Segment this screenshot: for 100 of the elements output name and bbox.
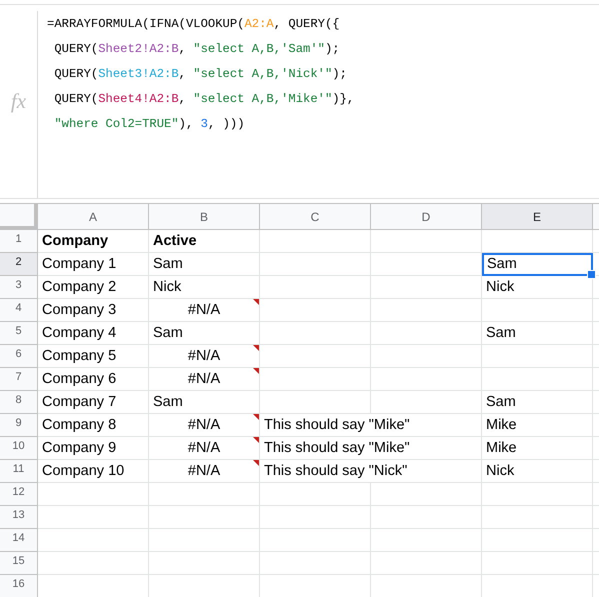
error-marker-icon [253,345,259,351]
table-cell[interactable]: Active [149,230,260,253]
row-header[interactable]: 16 [0,575,38,597]
table-cell[interactable]: Company 4 [38,322,149,345]
table-cell[interactable]: Company [38,230,149,253]
table-cell[interactable]: Company 10 [38,460,149,483]
table-cell[interactable] [260,299,371,322]
table-cell[interactable] [371,368,482,391]
table-cell[interactable] [371,322,482,345]
table-cell[interactable] [260,345,371,368]
table-cell[interactable]: Sam [482,322,593,345]
row-header[interactable]: 13 [0,506,38,529]
table-cell[interactable]: Sam [149,391,260,414]
table-cell[interactable]: Mike [482,437,593,460]
table-cell[interactable] [38,483,149,506]
table-cell[interactable] [371,506,482,529]
table-cell[interactable]: Company 2 [38,276,149,299]
table-cell[interactable] [260,391,371,414]
column-header[interactable] [593,204,599,230]
function-label: fx [10,89,26,114]
table-cell[interactable] [260,276,371,299]
row-header[interactable]: 11 [0,460,38,483]
table-cell[interactable]: Sam [149,253,260,276]
table-cell[interactable]: This should say "Mike" [260,414,482,437]
table-cell[interactable] [149,552,260,575]
table-cell[interactable] [149,506,260,529]
table-cell[interactable] [149,483,260,506]
table-cell[interactable]: Company 7 [38,391,149,414]
table-cell[interactable] [260,506,371,529]
row-header[interactable]: 15 [0,552,38,575]
table-cell[interactable] [371,253,482,276]
table-cell[interactable] [260,529,371,552]
row-header[interactable]: 9 [0,414,38,437]
error-cell[interactable]: #N/A [149,414,260,437]
table-cell[interactable]: Sam [149,322,260,345]
table-cell[interactable] [260,368,371,391]
table-cell[interactable]: Nick [482,460,593,483]
table-cell[interactable]: Company 9 [38,437,149,460]
table-cell[interactable] [260,483,371,506]
table-cell[interactable] [371,345,482,368]
row-header[interactable]: 14 [0,529,38,552]
error-marker-icon [253,368,259,374]
column-header[interactable]: D [371,204,482,230]
table-cell[interactable] [482,368,593,391]
table-cell[interactable] [371,230,482,253]
table-cell[interactable] [482,230,593,253]
row-header[interactable]: 7 [0,368,38,391]
corner-cell[interactable] [0,204,38,230]
table-cell[interactable]: Nick [149,276,260,299]
table-cell[interactable]: This should say "Mike" [260,437,482,460]
table-cell[interactable] [371,276,482,299]
table-cell[interactable] [482,529,593,552]
table-cell[interactable] [371,529,482,552]
table-cell[interactable] [38,529,149,552]
error-cell[interactable]: #N/A [149,345,260,368]
table-cell[interactable] [371,483,482,506]
error-cell[interactable]: #N/A [149,460,260,483]
table-cell[interactable] [38,552,149,575]
row-header[interactable]: 8 [0,391,38,414]
error-cell[interactable]: #N/A [149,299,260,322]
row-header[interactable]: 10 [0,437,38,460]
table-cell[interactable]: Company 1 [38,253,149,276]
row-header[interactable]: 2 [0,253,38,276]
table-cell[interactable]: Nick [482,276,593,299]
row-header[interactable]: 1 [0,230,38,253]
error-cell[interactable]: #N/A [149,437,260,460]
table-cell[interactable]: Company 6 [38,368,149,391]
column-header[interactable]: A [38,204,149,230]
table-cell[interactable]: Mike [482,414,593,437]
table-cell[interactable]: Sam [482,253,593,276]
table-cell[interactable] [260,230,371,253]
table-cell[interactable] [482,299,593,322]
error-cell[interactable]: #N/A [149,368,260,391]
table-cell[interactable] [371,552,482,575]
row-header[interactable]: 12 [0,483,38,506]
table-cell[interactable] [482,345,593,368]
table-cell[interactable] [260,253,371,276]
table-cell[interactable] [371,391,482,414]
table-cell[interactable]: Company 5 [38,345,149,368]
table-cell[interactable]: This should say "Nick" [260,460,482,483]
table-cell[interactable] [482,483,593,506]
table-cell[interactable] [260,552,371,575]
fill-handle[interactable] [587,270,596,279]
row-header[interactable]: 5 [0,322,38,345]
column-header[interactable]: C [260,204,371,230]
table-cell[interactable]: Company 8 [38,414,149,437]
table-cell[interactable] [482,552,593,575]
row-header[interactable]: 4 [0,299,38,322]
column-header[interactable]: B [149,204,260,230]
row-header[interactable]: 6 [0,345,38,368]
table-cell[interactable] [482,506,593,529]
column-header[interactable]: E [482,204,593,230]
table-cell[interactable] [260,322,371,345]
table-cell[interactable] [371,299,482,322]
table-cell[interactable]: Sam [482,391,593,414]
table-cell[interactable] [149,529,260,552]
formula-input[interactable]: =ARRAYFORMULA(IFNA(VLOOKUP(A2:A, QUERY({ QUERY(Sheet2!A2:B, "select A,B,'Sam'"); QUERY(Sheet3!A2:B, "select A,B,'Nick'"); QUERY(Sheet4!A2:B, "select A,B,'Mike'")}, "where Col2=TRUE"), 3, ))) [37,11,599,198]
row-header[interactable]: 3 [0,276,38,299]
table-cell[interactable] [38,506,149,529]
table-cell[interactable]: Company 3 [38,299,149,322]
